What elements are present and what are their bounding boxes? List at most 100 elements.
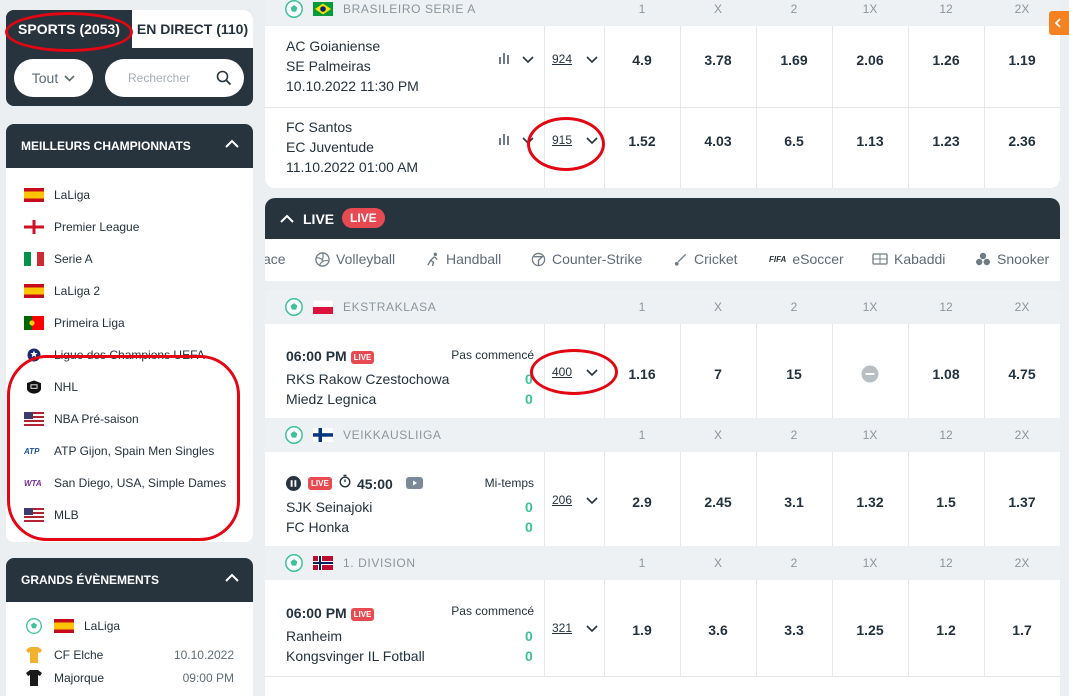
odd-2x[interactable]: 1.37 <box>984 494 1060 510</box>
odd-1[interactable]: 1.16 <box>604 366 680 382</box>
markets-count[interactable]: 915 <box>552 133 572 147</box>
championship-item-laliga-2[interactable]: LaLiga 2 <box>24 281 100 301</box>
odd-1x[interactable]: 1.13 <box>832 133 908 149</box>
sport-label: Handball <box>446 251 502 267</box>
odd-2[interactable]: 6.5 <box>756 133 832 149</box>
counter-strike-icon <box>531 252 546 266</box>
odd-x[interactable]: 4.03 <box>680 133 756 149</box>
chevron-down-icon[interactable] <box>586 625 598 633</box>
sport-item-race[interactable]: ace <box>265 251 286 267</box>
league-name[interactable]: BRASILEIRO SERIE A <box>343 2 476 16</box>
odd-12[interactable]: 1.08 <box>908 366 984 382</box>
odd-1[interactable]: 1.9 <box>604 622 680 638</box>
live-header[interactable]: LIVE LIVE <box>265 198 1060 239</box>
championship-item-champions-league[interactable]: Ligue des Champions UEFA <box>24 345 205 365</box>
portugal-flag <box>24 316 44 330</box>
match-row[interactable]: 06:00 PM LIVE Pas commencé RKS Rakow Cze… <box>265 324 1060 418</box>
markets-count[interactable]: 924 <box>552 52 572 66</box>
league-name[interactable]: VEIKKAUSLIIGA <box>343 428 442 442</box>
odd-x[interactable]: 2.45 <box>680 494 756 510</box>
odd-2x[interactable]: 4.75 <box>984 366 1060 382</box>
event-team-row[interactable]: Majorque 09:00 PM <box>26 669 234 687</box>
big-events-header[interactable]: GRANDS ÉVÈNEMENTS <box>6 558 253 602</box>
match-time: 06:00 PM LIVE <box>286 348 375 364</box>
sport-item-esoccer[interactable]: FIFA eSoccer <box>769 251 844 267</box>
chevron-down-icon[interactable] <box>586 369 598 377</box>
stats-icon[interactable] <box>499 52 511 64</box>
championship-item-primeira-liga[interactable]: Primeira Liga <box>24 313 125 333</box>
england-flag <box>24 220 44 234</box>
odd-2x[interactable]: 2.36 <box>984 133 1060 149</box>
championship-item-premier-league[interactable]: Premier League <box>24 217 139 237</box>
odd-2[interactable]: 3.3 <box>756 622 832 638</box>
svg-text:WTA: WTA <box>24 479 42 488</box>
league-name[interactable]: EKSTRAKLASA <box>343 300 436 314</box>
odd-12[interactable]: 1.2 <box>908 622 984 638</box>
side-panel-toggle[interactable] <box>1049 11 1069 35</box>
sport-item-kabaddi[interactable]: Kabaddi <box>872 251 945 267</box>
search-icon[interactable] <box>216 70 232 86</box>
championship-item-san-diego-wta[interactable]: WTA San Diego, USA, Simple Dames <box>24 473 226 493</box>
match-status: Mi-temps <box>484 476 534 490</box>
championship-item-nba-preseason[interactable]: NBA Pré-saison <box>24 409 139 429</box>
odd-x[interactable]: 3.6 <box>680 622 756 638</box>
championship-label: MLB <box>54 508 79 522</box>
sport-item-snooker[interactable]: Snooker <box>975 251 1049 267</box>
championship-item-laliga[interactable]: LaLiga <box>24 185 90 205</box>
top-championships-header[interactable]: MEILLEURS CHAMPIONNATS <box>6 124 253 168</box>
chevron-down-icon[interactable] <box>586 497 598 505</box>
markets-count[interactable]: 400 <box>552 365 572 379</box>
odd-1x[interactable]: 1.25 <box>832 622 908 638</box>
league-name[interactable]: 1. DIVISION <box>343 556 416 570</box>
odd-2[interactable]: 3.1 <box>756 494 832 510</box>
stats-icon[interactable] <box>499 133 511 145</box>
match-row[interactable]: AC Goianiense SE Palmeiras 10.10.2022 11… <box>265 26 1060 107</box>
chevron-up-icon[interactable] <box>280 214 294 223</box>
search-input[interactable]: Rechercher <box>105 59 244 97</box>
sport-filter-select[interactable]: Tout <box>14 59 93 97</box>
spain-flag <box>24 284 44 298</box>
sport-item-volleyball[interactable]: Volleyball <box>315 251 395 267</box>
match-time: 06:00 PM LIVE <box>286 605 375 621</box>
odd-2x[interactable]: 1.19 <box>984 52 1060 68</box>
markets-count[interactable]: 206 <box>552 493 572 507</box>
tab-live[interactable]: EN DIRECT (110) <box>132 10 253 48</box>
sport-item-handball[interactable]: Handball <box>425 251 501 267</box>
championship-item-mlb[interactable]: MLB <box>24 505 79 525</box>
video-icon[interactable] <box>406 477 423 489</box>
event-team-row[interactable]: CF Elche 10.10.2022 <box>26 646 234 664</box>
odd-2[interactable]: 1.69 <box>756 52 832 68</box>
match-row[interactable]: 06:00 PM LIVE Pas commencé Ranheim Kongs… <box>265 580 1060 696</box>
chevron-up-icon[interactable] <box>225 573 239 582</box>
odd-1[interactable]: 4.9 <box>604 52 680 68</box>
odd-x[interactable]: 7 <box>680 366 756 382</box>
divider <box>680 324 681 418</box>
sport-item-cricket[interactable]: Cricket <box>673 251 738 267</box>
odd-2[interactable]: 15 <box>756 366 832 382</box>
odd-x[interactable]: 3.78 <box>680 52 756 68</box>
tab-sports[interactable]: SPORTS (2053) <box>6 10 132 48</box>
match-row[interactable]: FC Santos EC Juventude 11.10.2022 01:00 … <box>265 108 1060 188</box>
odd-1x[interactable]: 1.32 <box>832 494 908 510</box>
markets-count[interactable]: 321 <box>552 621 572 635</box>
chevron-down-icon[interactable] <box>586 56 598 64</box>
odd-12[interactable]: 1.23 <box>908 133 984 149</box>
chevron-down-icon[interactable] <box>522 137 534 145</box>
odd-12[interactable]: 1.5 <box>908 494 984 510</box>
championship-item-nhl[interactable]: NHL <box>24 377 78 397</box>
chevron-down-icon[interactable] <box>522 56 534 64</box>
odd-12[interactable]: 1.26 <box>908 52 984 68</box>
championship-item-atp-gijon[interactable]: ATP ATP Gijon, Spain Men Singles <box>24 441 214 461</box>
event-league[interactable]: LaLiga <box>26 618 120 634</box>
odd-1[interactable]: 2.9 <box>604 494 680 510</box>
match-row[interactable]: LIVE 45:00 Mi-temps SJK Seinajoki FC Hon… <box>265 452 1060 546</box>
col-header: 2 <box>790 300 798 314</box>
odd-1[interactable]: 1.52 <box>604 133 680 149</box>
chevron-up-icon[interactable] <box>225 139 239 148</box>
odd-1x[interactable]: 2.06 <box>832 52 908 68</box>
championship-item-serie-a[interactable]: Serie A <box>24 249 93 269</box>
chevron-down-icon[interactable] <box>586 137 598 145</box>
finland-flag <box>313 428 333 442</box>
odd-2x[interactable]: 1.7 <box>984 622 1060 638</box>
sport-item-counter-strike[interactable]: Counter-Strike <box>531 251 642 267</box>
